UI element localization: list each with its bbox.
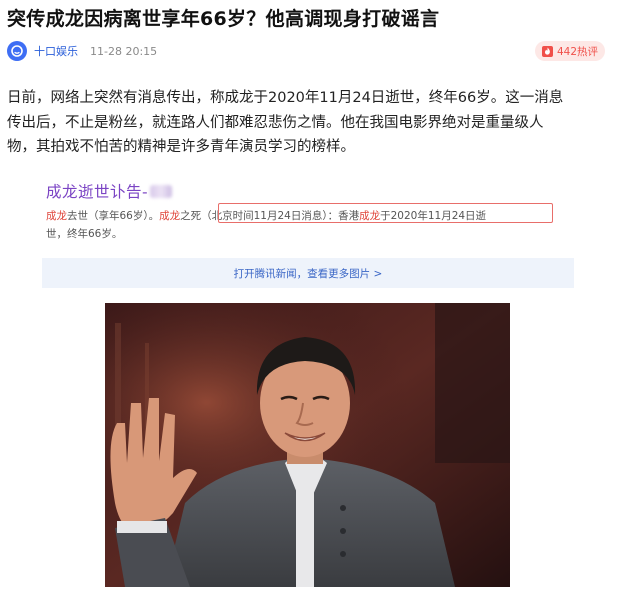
article-paragraph: 日前，网络上突然有消息传出，称成龙于2020年11月24日逝世，终年66岁。这一…: [7, 86, 613, 160]
source-avatar[interactable]: [7, 41, 27, 61]
article-headline: 突传成龙因病离世享年66岁？他高调现身打破谣言: [7, 8, 440, 30]
source-name[interactable]: 十口娱乐: [34, 43, 78, 59]
open-app-more-images-link[interactable]: 打开腾讯新闻，查看更多图片 >: [42, 258, 574, 288]
snippet-text: 世，终年66岁。: [46, 228, 123, 240]
fire-icon: [541, 45, 553, 57]
blurred-text: [150, 185, 173, 198]
article-meta: 十口娱乐 11-28 20:15 442热评: [7, 40, 613, 62]
search-result-title: 成龙逝世讣告-: [46, 180, 173, 202]
embedded-search-screenshot: 成龙逝世讣告- 成龙去世（享年66岁）。成龙之死（北京时间11月24日消息）：香…: [42, 170, 574, 288]
highlight-box: [218, 203, 553, 223]
paragraph-line: 传出后，不止是粉丝，就连路人们都难忍悲伤之情。他在我国电影界绝对是重量级人: [7, 114, 544, 131]
hot-comments-count: 442热评: [556, 45, 598, 58]
publish-time: 11-28 20:15: [90, 44, 158, 58]
hot-comments-badge[interactable]: 442热评: [534, 41, 605, 61]
highlight-term: 成龙: [159, 210, 181, 222]
paragraph-line: 日前，网络上突然有消息传出，称成龙于2020年11月24日逝世，终年66岁。这一…: [7, 90, 564, 106]
highlight-term: 成龙: [46, 210, 67, 222]
paragraph-line: 物，其拍戏不怕苦的精神是许多青年演员学习的榜样。: [7, 139, 355, 155]
article-photo: [105, 303, 510, 587]
search-result-title-text: 成龙逝世讣告-: [46, 183, 149, 201]
face-icon: [11, 45, 23, 57]
snippet-text: 去世（享年66岁）。: [67, 210, 160, 222]
